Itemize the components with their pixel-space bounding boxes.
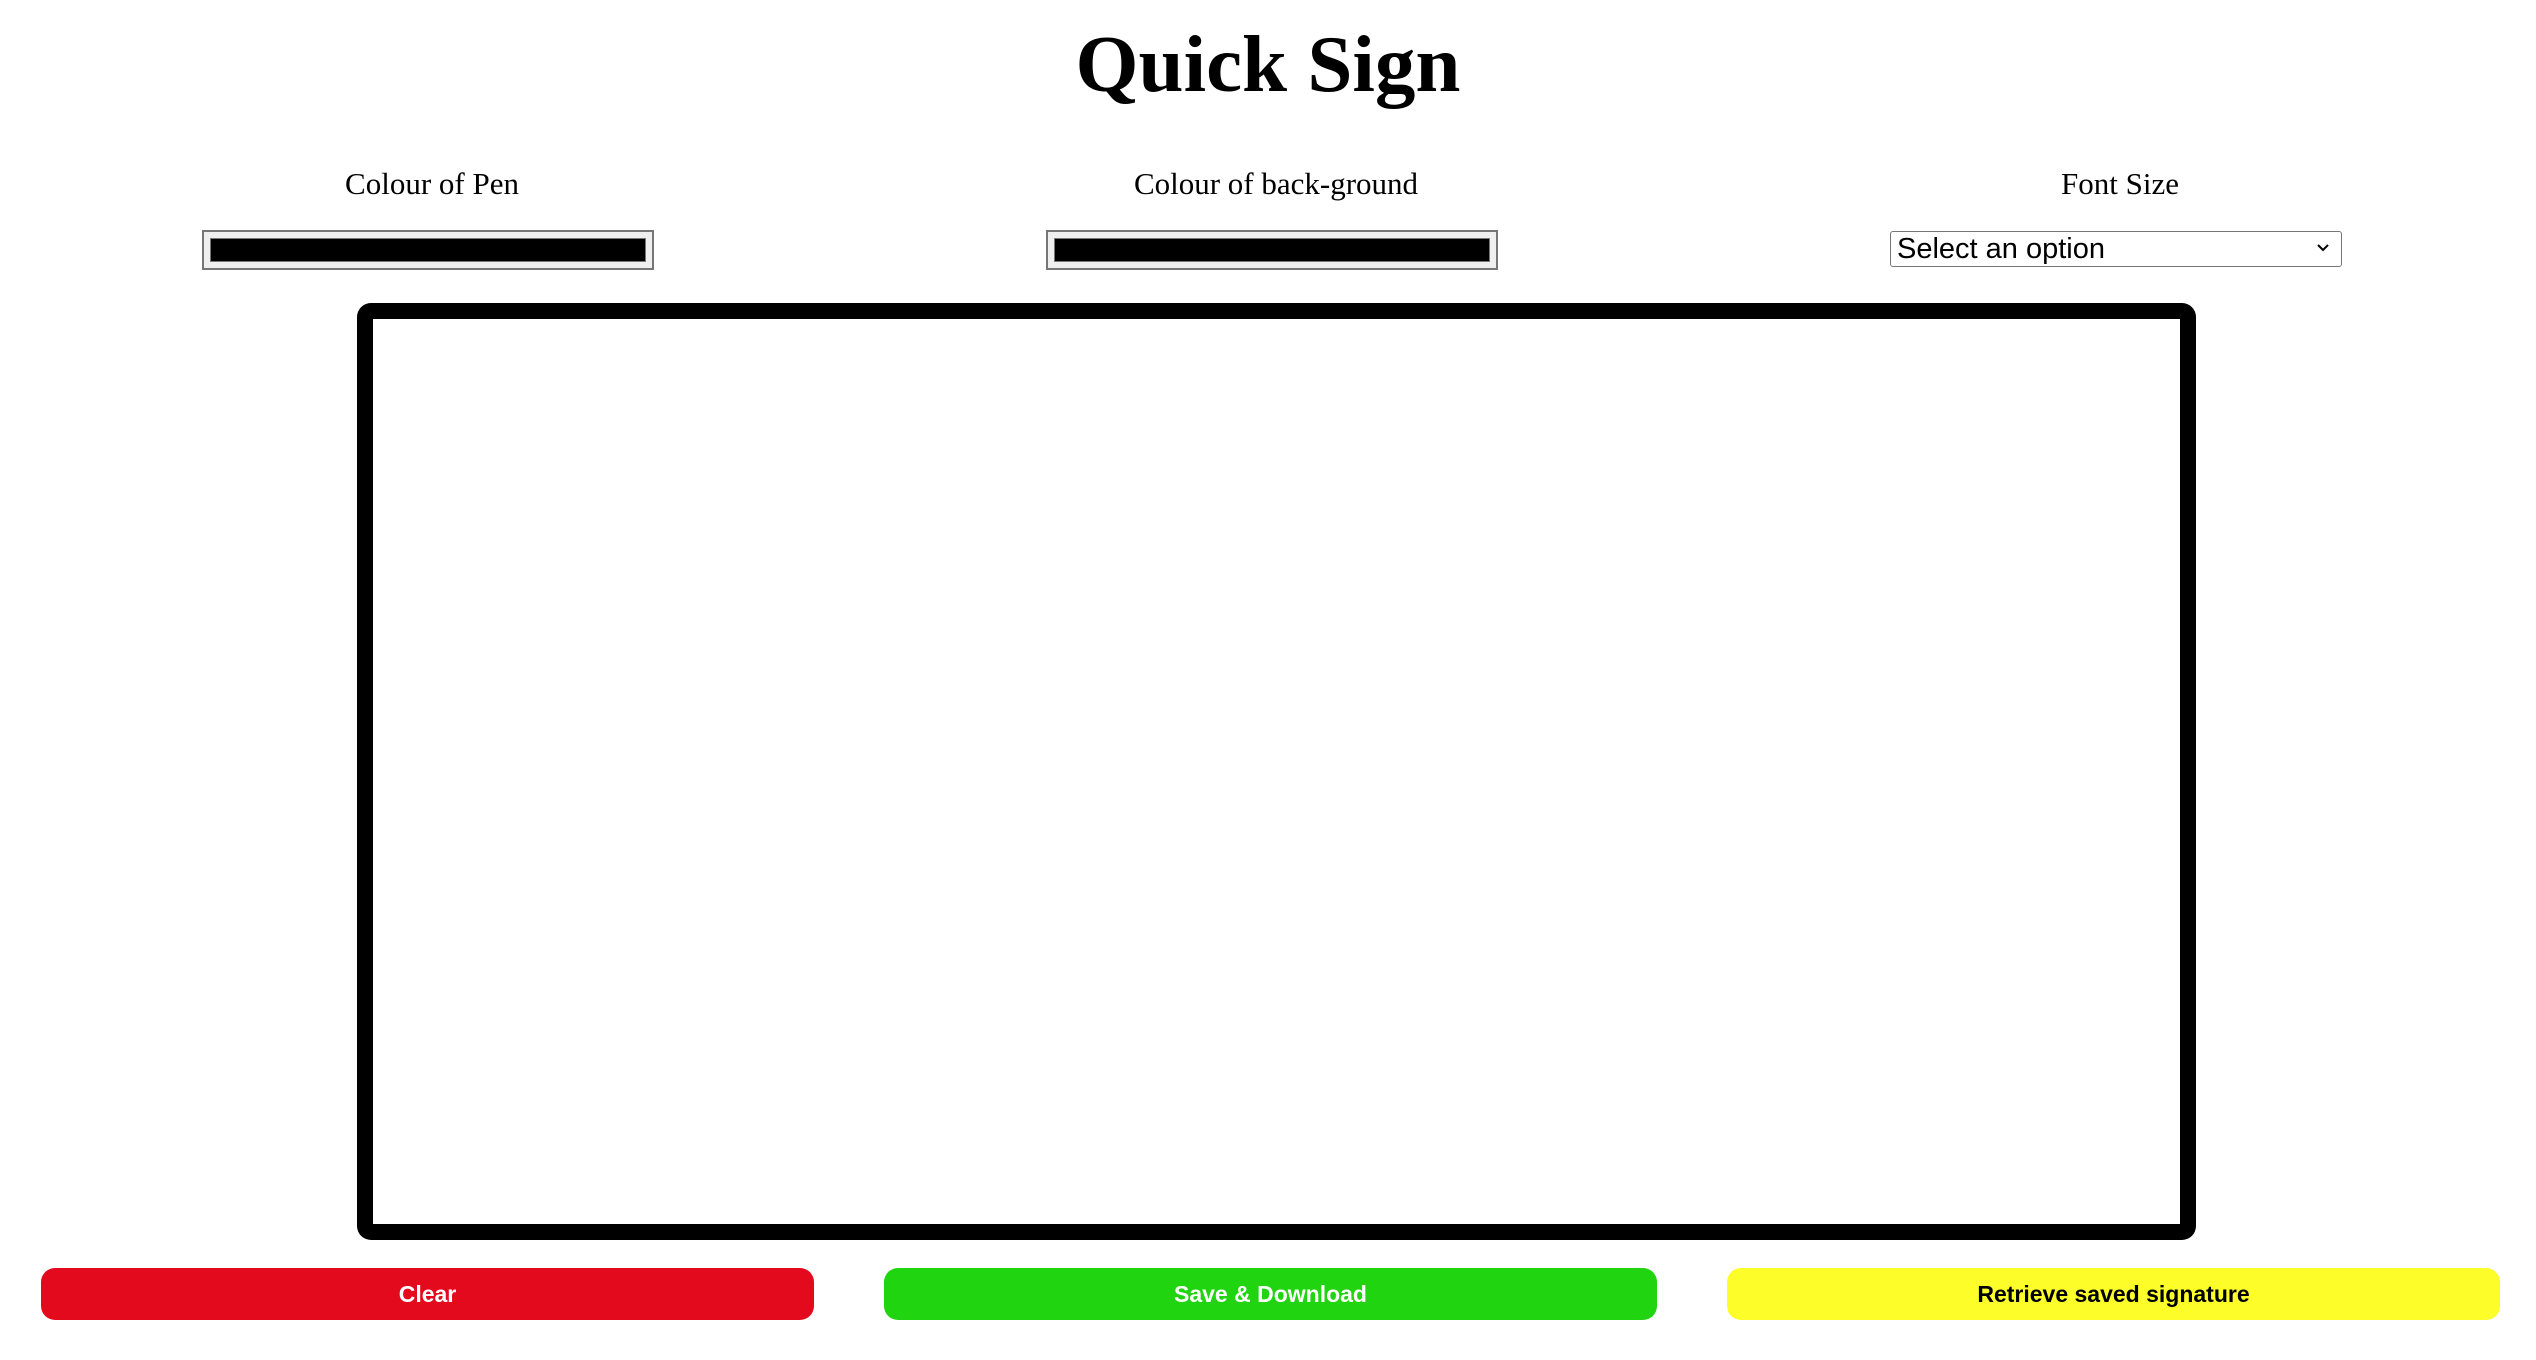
save-download-button[interactable]: Save & Download <box>884 1268 1657 1320</box>
font-size-selected-value: Select an option <box>1897 233 2105 265</box>
background-color-group: Colour of back-ground <box>1046 162 1506 270</box>
chevron-down-icon <box>2317 244 2329 252</box>
pen-color-swatch <box>210 238 646 262</box>
retrieve-signature-button[interactable]: Retrieve saved signature <box>1727 1268 2500 1320</box>
font-size-label: Font Size <box>2061 166 2179 201</box>
background-color-label: Colour of back-ground <box>1133 166 1419 201</box>
pen-color-label: Colour of Pen <box>345 166 519 201</box>
page-title: Quick Sign <box>1075 19 1461 109</box>
signature-canvas[interactable] <box>357 303 2196 1240</box>
background-color-picker[interactable] <box>1046 230 1498 270</box>
clear-button[interactable]: Clear <box>41 1268 814 1320</box>
background-color-swatch <box>1054 238 1490 262</box>
font-size-select[interactable]: Select an option <box>1890 231 2342 267</box>
font-size-group: Font Size Select an option <box>1890 162 2350 267</box>
pen-color-group: Colour of Pen <box>202 162 662 270</box>
pen-color-picker[interactable] <box>202 230 654 270</box>
